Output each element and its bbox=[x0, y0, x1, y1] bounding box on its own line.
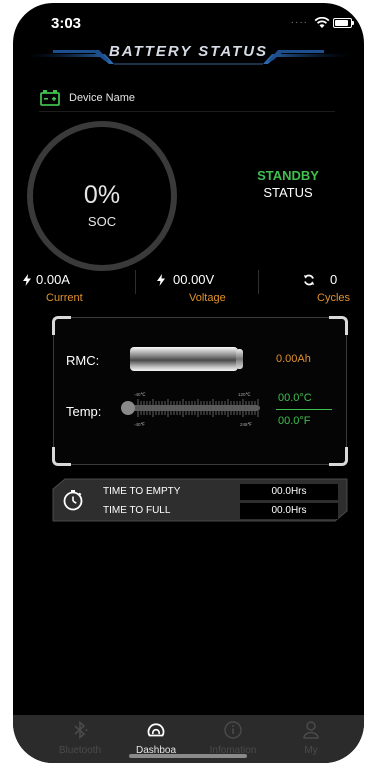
time-to-empty-label: TIME TO EMPTY bbox=[103, 486, 181, 497]
page-title: BATTERY STATUS bbox=[108, 43, 269, 60]
title-bar: BATTERY STATUS bbox=[13, 37, 364, 67]
device-row[interactable]: Device Name bbox=[39, 89, 335, 112]
signal-dots-icon: ···· bbox=[290, 17, 308, 28]
metric-divider bbox=[258, 270, 259, 294]
panel-corner bbox=[329, 316, 348, 335]
thermometer-scale: -40℃ 120℃ -40℉ 248℉ bbox=[121, 392, 260, 427]
panel-corner bbox=[52, 316, 71, 335]
cycles-value: 0 bbox=[330, 272, 338, 287]
cycles-metric: 0 Cycles bbox=[283, 268, 359, 306]
battery-device-icon bbox=[39, 89, 61, 112]
phone-screen: 3:03 ···· BATTERY STATUS Device Name 0% … bbox=[13, 3, 364, 763]
current-metric: 0.00A Current bbox=[19, 268, 129, 306]
temp-celsius: 00.0°C bbox=[278, 392, 312, 404]
tab-bluetooth[interactable]: Bluetooth bbox=[40, 715, 120, 763]
cycle-refresh-icon bbox=[303, 273, 315, 291]
temp-label: Temp: bbox=[66, 404, 102, 419]
wifi-icon bbox=[314, 16, 330, 34]
soc-label: SOC bbox=[87, 214, 117, 229]
scale-c-max: 120℃ bbox=[238, 392, 252, 397]
metrics-row: 0.00A Current 00.00V Voltage 0 Cycles bbox=[13, 268, 364, 308]
bluetooth-icon bbox=[74, 720, 88, 740]
scale-f-max: 248℉ bbox=[240, 422, 253, 427]
status-value: STANDBY bbox=[257, 168, 319, 183]
rmc-battery-tube bbox=[130, 347, 238, 371]
time-to-empty-box: 00.0Hrs bbox=[240, 484, 338, 500]
voltage-metric: 00.00V Voltage bbox=[153, 268, 253, 306]
lightning-icon bbox=[157, 273, 165, 291]
panel-corner bbox=[329, 447, 348, 466]
panel-corner bbox=[52, 447, 71, 466]
info-icon bbox=[224, 721, 242, 739]
time-to-full-box: 00.0Hrs bbox=[240, 503, 338, 519]
time-to-full-label: TIME TO FULL bbox=[103, 505, 171, 516]
status-label: STATUS bbox=[263, 185, 313, 200]
time-to-empty-value: 00.0Hrs bbox=[271, 486, 307, 497]
tab-my[interactable]: My bbox=[271, 715, 351, 763]
tab-bluetooth-label: Bluetooth bbox=[58, 745, 102, 756]
temp-divider bbox=[276, 409, 332, 410]
scale-c-min: -40℃ bbox=[134, 392, 147, 397]
metric-divider bbox=[135, 270, 136, 294]
status-bar: 3:03 ···· bbox=[13, 3, 364, 37]
rmc-temp-panel: RMC: 0.00Ah Temp: -40℃ 120℃ -40℉ 248℉ 00… bbox=[52, 316, 348, 466]
scale-f-min: -40℉ bbox=[134, 422, 146, 427]
home-indicator bbox=[129, 754, 247, 758]
current-value: 0.00A bbox=[36, 272, 70, 287]
user-icon bbox=[303, 721, 319, 739]
time-estimates-panel: TIME TO EMPTY TIME TO FULL 00.0Hrs 00.0H… bbox=[51, 477, 351, 523]
device-name: Device Name bbox=[69, 92, 136, 104]
cycles-label: Cycles bbox=[317, 292, 351, 304]
rmc-value: 0.00Ah bbox=[276, 353, 311, 365]
rmc-label: RMC: bbox=[66, 353, 100, 368]
battery-icon bbox=[333, 18, 354, 28]
stopwatch-icon bbox=[62, 489, 84, 516]
rmc-battery-cap bbox=[236, 349, 243, 369]
lightning-icon bbox=[23, 273, 31, 291]
voltage-label: Voltage bbox=[189, 292, 226, 304]
time-to-full-value: 00.0Hrs bbox=[271, 505, 307, 516]
dashboard-icon bbox=[147, 723, 165, 737]
current-label: Current bbox=[46, 292, 83, 304]
temp-fahrenheit: 00.0°F bbox=[278, 415, 311, 427]
soc-value: 0% bbox=[83, 181, 121, 209]
voltage-value: 00.00V bbox=[173, 272, 215, 287]
status-time: 3:03 bbox=[51, 15, 82, 32]
tab-my-label: My bbox=[304, 745, 318, 756]
